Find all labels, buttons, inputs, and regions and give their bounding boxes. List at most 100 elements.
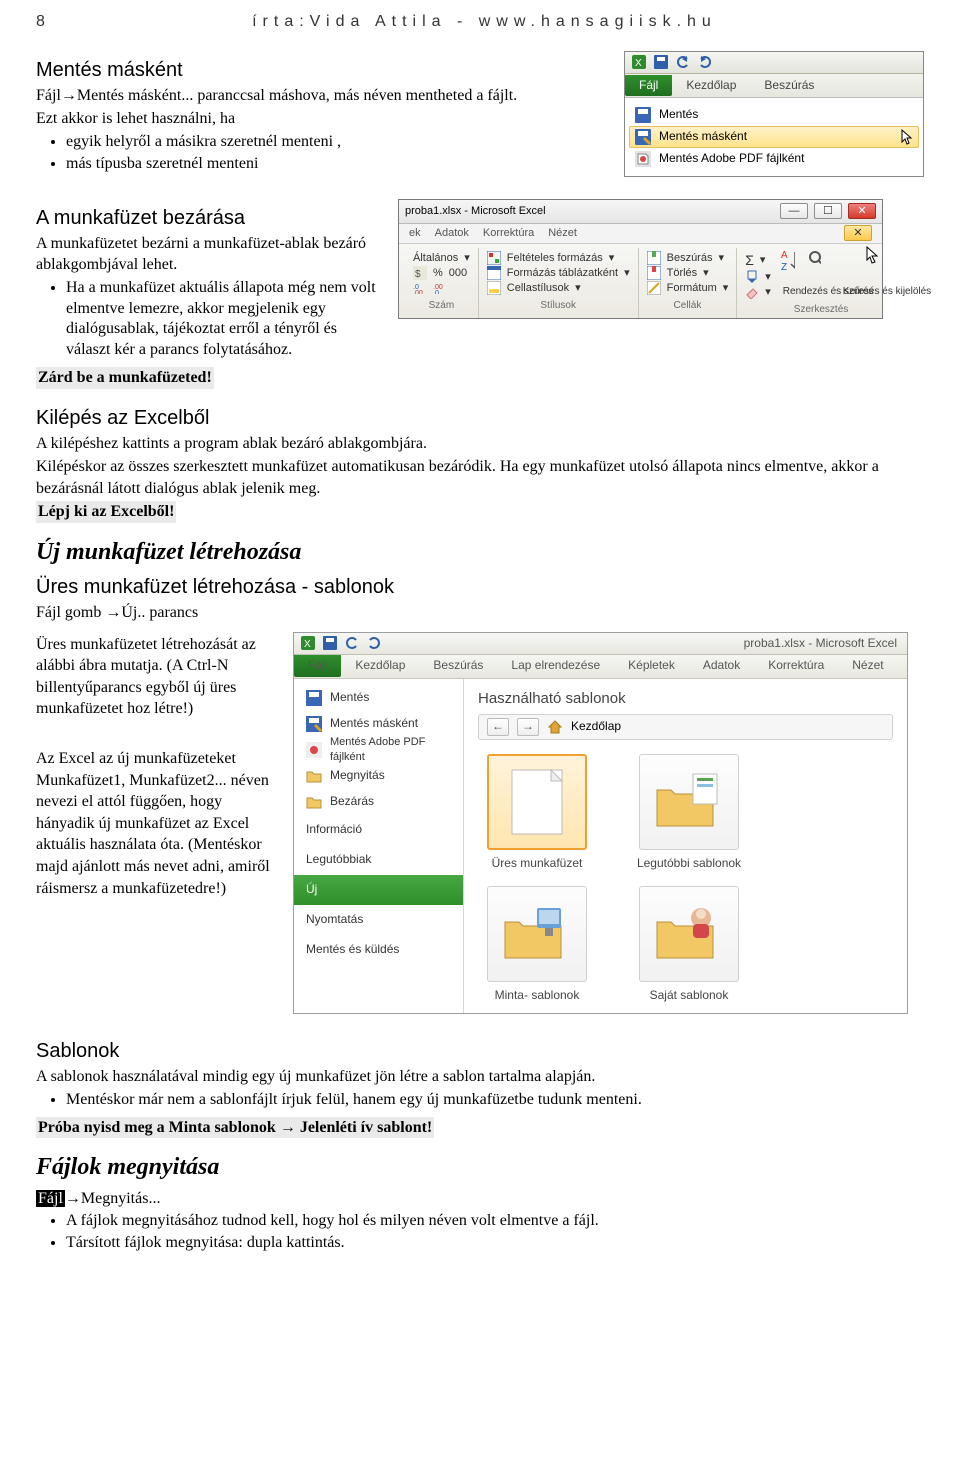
tab-review[interactable]: Korrektúra [754, 655, 838, 677]
close-workbook-button[interactable]: ✕ [844, 225, 872, 241]
p-fajl-uj: Fájl gomb →Új.. parancs [36, 602, 924, 624]
list-item: Társított fájlok megnyitása: dupla katti… [66, 1233, 924, 1254]
txt-uj-parancs: Új.. parancs [121, 604, 198, 621]
close-folder-icon [306, 794, 322, 810]
p-kilepes-1: A kilépéshez kattints a program ablak be… [36, 433, 924, 455]
tab-data[interactable]: Adatok [435, 226, 469, 240]
tab-file[interactable]: Fájl [625, 75, 672, 97]
tab-home[interactable]: Kezdőlap [341, 655, 419, 677]
find-select-label[interactable]: Keresés és kijelölés [843, 287, 897, 297]
menu-save-as[interactable]: Mentés másként [629, 126, 919, 148]
sidebar-info[interactable]: Információ [294, 815, 463, 845]
redo-icon[interactable] [366, 635, 382, 651]
template-my[interactable]: Saját sablonok [630, 886, 748, 1004]
sidebar-save-pdf[interactable]: Mentés Adobe PDF fájlként [294, 737, 463, 763]
svg-text:X: X [304, 639, 311, 650]
sidebar-recent[interactable]: Legutóbbiak [294, 845, 463, 875]
insert-cells-icon [647, 251, 661, 265]
cond-format-button[interactable]: Feltételes formázás [507, 251, 603, 265]
decrease-decimal-icon[interactable]: .00.0 [433, 281, 447, 295]
sidebar-save[interactable]: Mentés [294, 685, 463, 711]
tab-review[interactable]: Korrektúra [483, 226, 534, 240]
template-sample[interactable]: Minta- sablonok [478, 886, 596, 1004]
sort-filter-label[interactable]: Rendezés és szűrés [783, 287, 837, 297]
format-cells-button[interactable]: Formátum [667, 281, 717, 295]
sidebar-label: Mentés [330, 690, 369, 706]
undo-icon[interactable] [344, 635, 360, 651]
redo-icon[interactable] [697, 54, 713, 70]
insert-cells-button[interactable]: Beszúrás [667, 251, 713, 265]
svg-text:A: A [781, 250, 788, 261]
table-format-button[interactable]: Formázás táblázatként [507, 266, 618, 280]
window-title: proba1.xlsx - Microsoft Excel [405, 204, 774, 218]
excel-icon: X [300, 635, 316, 651]
menu-label: Mentés Adobe PDF fájlként [659, 151, 804, 167]
nav-fwd-button[interactable]: → [517, 718, 539, 736]
minimize-button[interactable]: — [780, 203, 808, 219]
sidebar-label: Információ [306, 822, 362, 838]
txt-fajl: Fájl [36, 87, 61, 104]
open-folder-icon [306, 768, 322, 784]
tab-insert[interactable]: Beszúrás [750, 75, 828, 97]
thousands-label[interactable]: 000 [449, 266, 467, 280]
format-general[interactable]: Általános [413, 251, 458, 265]
sigma-icon[interactable]: Σ [745, 251, 754, 269]
delete-cells-button[interactable]: Törlés [667, 266, 698, 280]
h-ures-sablonok: Üres munkafüzet létrehozása - sablonok [36, 574, 924, 600]
save-as-icon [306, 716, 322, 732]
tab-formulas[interactable]: Képletek [614, 655, 689, 677]
tab-layout[interactable]: Lap elrendezése [497, 655, 614, 677]
sidebar-open[interactable]: Megnyitás [294, 763, 463, 789]
tab-file[interactable]: Fájl [294, 655, 341, 677]
find-select-icon [807, 253, 821, 267]
sidebar-save-send[interactable]: Mentés és küldés [294, 935, 463, 965]
save-icon[interactable] [653, 54, 669, 70]
arrow-icon: → [61, 87, 77, 104]
template-sample-thumb [487, 886, 587, 982]
menu-save-pdf[interactable]: Mentés Adobe PDF fájlként [625, 148, 923, 170]
h-sablonok: Sablonok [36, 1038, 924, 1064]
templates-header: Használható sablonok [478, 689, 893, 709]
tab-fragment[interactable]: ek [409, 226, 421, 240]
home-icon[interactable] [547, 719, 563, 735]
currency-icon[interactable]: $ [413, 266, 427, 280]
h-kilepes: Kilépés az Excelből [36, 405, 924, 431]
tab-data[interactable]: Adatok [689, 655, 754, 677]
close-app-button[interactable]: ✕ [848, 203, 876, 219]
sidebar-print[interactable]: Nyomtatás [294, 905, 463, 935]
p-fajl-saveas: Fájl→Mentés másként... paranccsal máshov… [36, 85, 602, 107]
tab-home[interactable]: Kezdőlap [672, 75, 750, 97]
save-icon[interactable] [322, 635, 338, 651]
svg-text:.0: .0 [433, 290, 439, 294]
tab-insert[interactable]: Beszúrás [419, 655, 497, 677]
template-recent[interactable]: Legutóbbi sablonok [630, 754, 748, 872]
list-bezaras: Ha a munkafüzet aktuális állapota még ne… [66, 278, 376, 361]
svg-text:X: X [635, 58, 642, 69]
maximize-button[interactable]: ☐ [814, 203, 842, 219]
fill-icon[interactable] [745, 270, 759, 284]
menu-save[interactable]: Mentés [625, 104, 923, 126]
menu-label: Mentés [659, 107, 698, 123]
sidebar-close[interactable]: Bezárás [294, 789, 463, 815]
clear-icon[interactable] [745, 285, 759, 299]
format-cells-icon [647, 281, 661, 295]
task-sample-templates: Próba nyisd meg a Minta sablonok → Jelen… [36, 1117, 434, 1139]
undo-icon[interactable] [675, 54, 691, 70]
nav-back-button[interactable]: ← [487, 718, 509, 736]
sidebar-new[interactable]: Új [294, 875, 463, 905]
chevron-down-icon[interactable]: ▾ [464, 251, 470, 265]
screenshot-file-menu: X Fájl Kezdőlap Beszúrás Mentés [624, 51, 924, 177]
cell-styles-button[interactable]: Cellastílusok [507, 281, 569, 295]
group-caption: Szerkesztés [745, 303, 897, 316]
percent-icon[interactable]: % [433, 266, 443, 280]
save-as-icon [635, 129, 651, 145]
tab-view[interactable]: Nézet [548, 226, 577, 240]
txt-fajl-inv: Fájl [36, 1190, 65, 1207]
tab-view[interactable]: Nézet [838, 655, 897, 677]
increase-decimal-icon[interactable]: .0.00 [413, 281, 427, 295]
nav-home-label[interactable]: Kezdőlap [571, 719, 621, 735]
sidebar-save-as[interactable]: Mentés másként [294, 711, 463, 737]
list-megnyitas: A fájlok megnyitásához tudnod kell, hogy… [66, 1211, 924, 1254]
sidebar-label: Mentés és küldés [306, 942, 399, 958]
template-blank[interactable]: Üres munkafüzet [478, 754, 596, 872]
